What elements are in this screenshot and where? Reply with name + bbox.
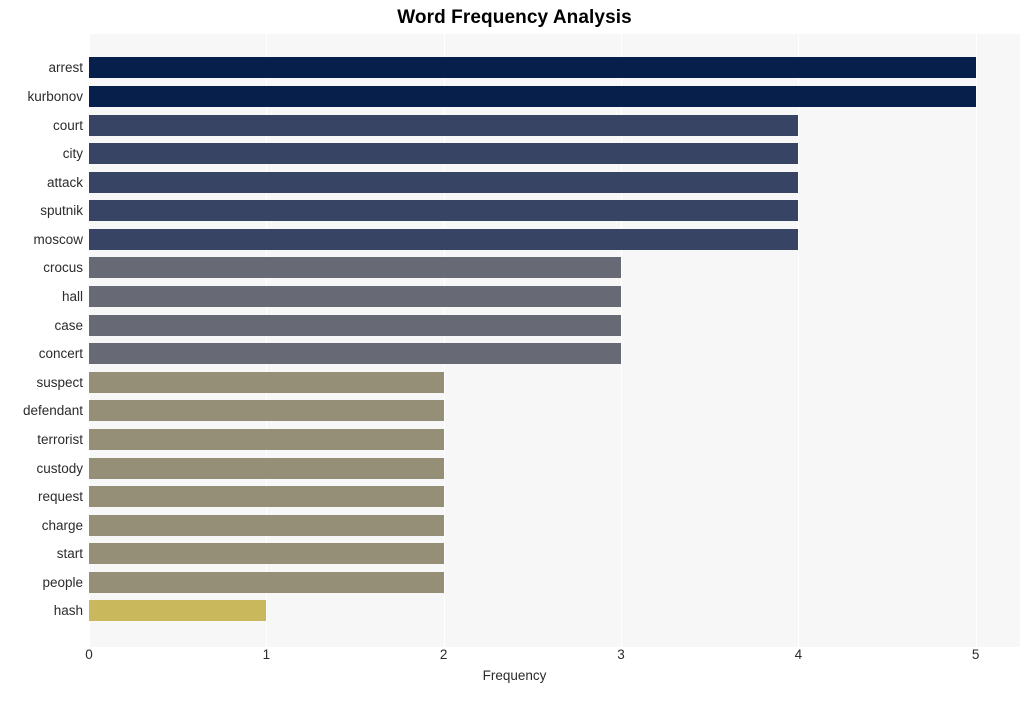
y-tick-label-charge: charge [41,517,83,533]
bar-fill [89,543,444,565]
bar-fill [89,228,799,250]
bar-fill [89,343,621,365]
y-tick-label-attack: attack [46,174,83,190]
bar-fill [89,86,976,107]
y-tick-label-hash: hash [53,603,83,619]
bar-fill [89,571,444,593]
bar-defendant[interactable] [89,400,444,422]
bar-fill [89,257,621,279]
bar-charge[interactable] [89,514,444,536]
x-tick-label-4: 4 [794,647,803,662]
y-tick-label-arrest: arrest [48,60,83,76]
chart-title: Word Frequency Analysis [397,7,632,28]
bar-city[interactable] [89,143,799,165]
y-tick-label-request: request [37,489,83,505]
bar-fill [89,600,267,622]
bar-fill [89,514,444,536]
y-tick-label-court: court [52,117,83,133]
y-tick-label-hall: hall [61,289,83,305]
x-axis-title: Frequency [482,668,547,683]
x-tick-label-2: 2 [439,647,448,662]
bar-fill [89,57,976,79]
bar-concert[interactable] [89,343,621,365]
bar-custody[interactable] [89,457,444,479]
y-tick-label-terrorist: terrorist [37,431,83,447]
bar-fill [89,486,444,508]
bar-terrorist[interactable] [89,428,444,450]
bar-fill [89,314,621,336]
bar-court[interactable] [89,114,799,136]
bar-fill [89,400,444,422]
bar-start[interactable] [89,543,444,565]
bar-hash[interactable] [89,600,267,622]
bar-fill [89,114,799,136]
bar-kurbonov[interactable] [89,86,976,107]
x-tick-label-0: 0 [85,647,93,662]
y-tick-label-suspect: suspect [36,374,83,390]
x-tick-label-5: 5 [971,647,980,662]
bar-attack[interactable] [89,171,799,193]
bars-layer [89,34,1020,647]
y-tick-label-people: people [42,574,83,590]
bar-moscow[interactable] [89,228,799,250]
bar-case[interactable] [89,314,621,336]
y-tick-label-custody: custody [36,460,83,476]
x-tick-label-1: 1 [262,647,271,662]
y-tick-label-sputnik: sputnik [40,203,83,219]
bar-hall[interactable] [89,286,621,308]
bar-fill [89,371,444,393]
bar-people[interactable] [89,571,444,593]
bar-fill [89,428,444,450]
y-tick-label-defendant: defendant [22,403,83,419]
y-tick-label-case: case [54,317,83,333]
bar-arrest[interactable] [89,57,976,79]
bar-crocus[interactable] [89,257,621,279]
word-frequency-chart: Word Frequency Analysis arrest kurbonov co… [0,0,1029,701]
bar-sputnik[interactable] [89,200,799,222]
bar-suspect[interactable] [89,371,444,393]
y-tick-label-start: start [56,546,83,562]
y-axis-labels: arrest kurbonov court city attack sputnik mosc… [0,34,83,647]
y-tick-label-concert: concert [38,346,83,362]
bar-fill [89,286,621,308]
y-tick-label-city: city [62,146,83,162]
y-tick-label-moscow: moscow [33,231,83,247]
y-tick-label-kurbonov: kurbonov [27,89,83,104]
y-tick-label-crocus: crocus [43,260,83,276]
bar-fill [89,200,799,222]
bar-fill [89,457,444,479]
bar-request[interactable] [89,486,444,508]
bar-fill [89,143,799,165]
x-tick-label-3: 3 [617,647,625,662]
bar-fill [89,171,799,193]
